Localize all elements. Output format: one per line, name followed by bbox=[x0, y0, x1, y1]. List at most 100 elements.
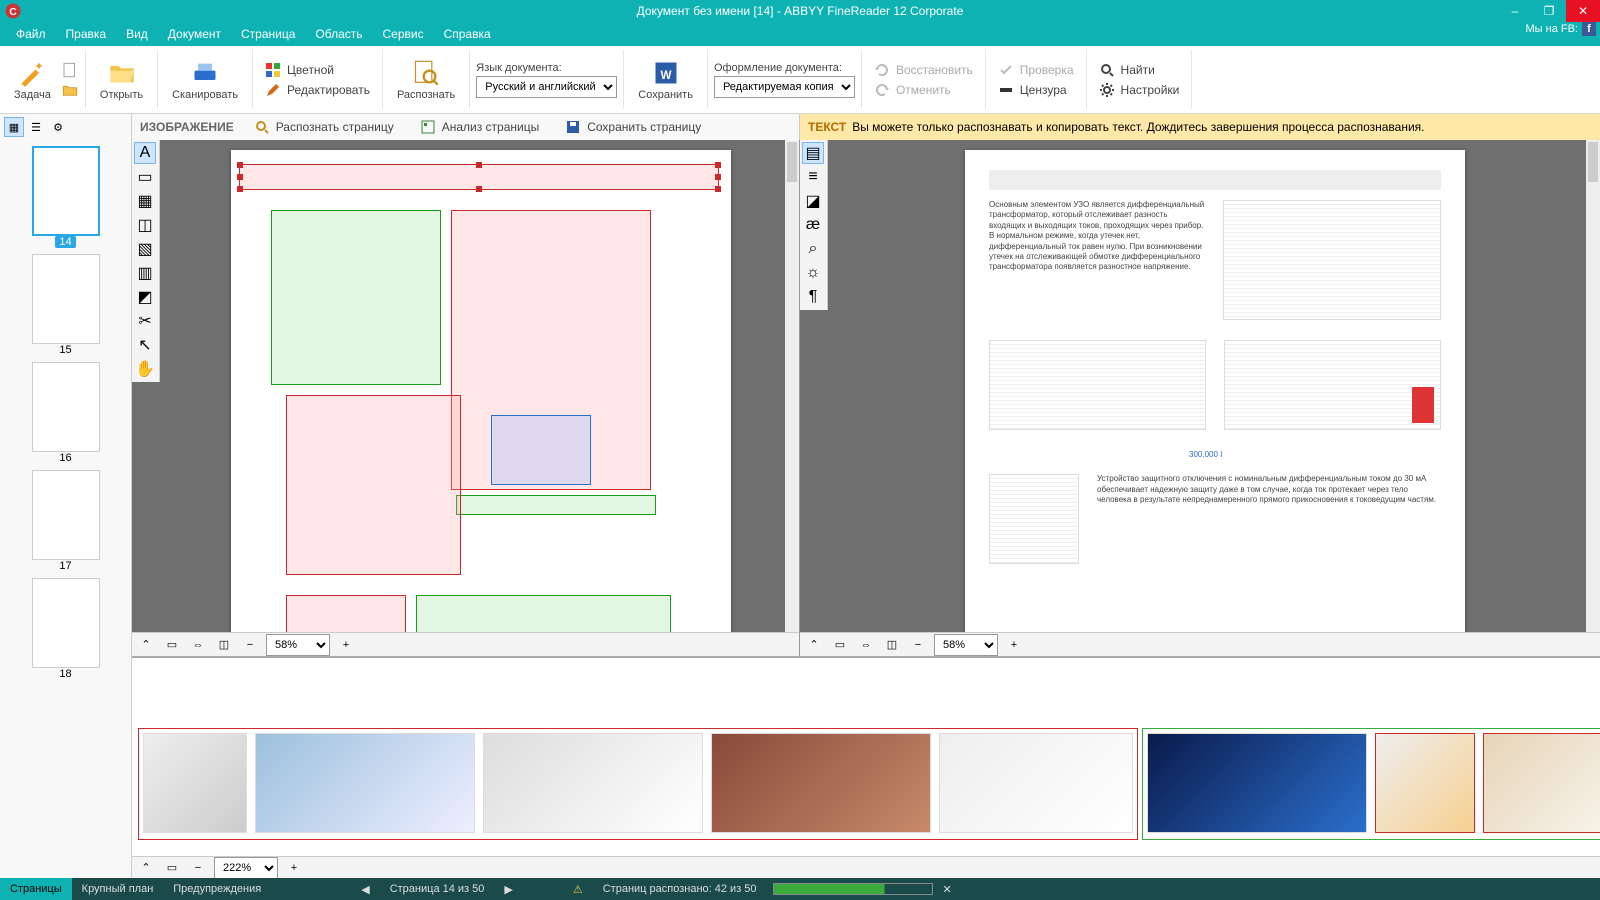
text-zoom-in-button[interactable]: + bbox=[1004, 635, 1024, 655]
thumbs-props-button[interactable]: ⚙ bbox=[48, 117, 68, 137]
image-header: ИЗОБРАЖЕНИЕ Распознать страницу Анализ с… bbox=[132, 114, 800, 140]
image-zoom-select[interactable]: 58% bbox=[266, 634, 330, 656]
text-tool-lang-icon[interactable]: ☼ bbox=[802, 262, 824, 284]
pencil-icon bbox=[265, 82, 281, 98]
text-tool-dict-icon[interactable]: æ bbox=[802, 214, 824, 236]
page-thumb-18[interactable]: 18 bbox=[28, 578, 104, 680]
edit-image-button[interactable]: Редактировать bbox=[259, 80, 376, 100]
zoom-in-button[interactable]: + bbox=[336, 635, 356, 655]
text-zoom-select[interactable]: 58% bbox=[934, 634, 998, 656]
newdoc-icon[interactable] bbox=[61, 61, 79, 79]
layout-select[interactable]: Редактируемая копия bbox=[714, 76, 855, 98]
page-thumb-17[interactable]: 17 bbox=[28, 470, 104, 572]
menu-help[interactable]: Справка bbox=[434, 22, 501, 46]
zoom-out-button[interactable]: − bbox=[240, 635, 260, 655]
menu-edit[interactable]: Правка bbox=[56, 22, 117, 46]
opendoc-icon[interactable] bbox=[61, 81, 79, 99]
fit-width-button[interactable]: ⇔ bbox=[188, 635, 208, 655]
text-pane: ▤ ≡ ◪ æ ⌕ ☼ ¶ Основным элементом УЗО явл… bbox=[800, 140, 1600, 656]
task-button[interactable]: Задача bbox=[6, 57, 59, 103]
prev-page-button[interactable]: ◀ bbox=[351, 878, 379, 900]
page-thumb-16[interactable]: 16 bbox=[28, 362, 104, 464]
page-thumb-14[interactable]: 14 bbox=[28, 146, 104, 248]
thumbs-grid-button[interactable]: ▦ bbox=[4, 117, 24, 137]
next-page-button[interactable]: ▶ bbox=[494, 878, 522, 900]
save-page-button[interactable]: Сохранить страницу bbox=[559, 117, 707, 137]
thumbnail-sidebar[interactable]: 14 15 16 17 18 bbox=[0, 140, 132, 878]
text-view-formatted-icon[interactable]: ▤ bbox=[802, 142, 824, 164]
text-tool-zoom-icon[interactable]: ⌕ bbox=[802, 238, 824, 260]
text-block-2: Устройство защитного отключения с номина… bbox=[1097, 474, 1441, 564]
close-button[interactable]: ✕ bbox=[1566, 0, 1600, 22]
save-button[interactable]: W Сохранить bbox=[630, 57, 701, 103]
tool-auto-icon[interactable]: A bbox=[134, 142, 156, 164]
recognize-button[interactable]: Распознать bbox=[389, 57, 463, 103]
tool-text-area-icon[interactable]: ▭ bbox=[134, 166, 156, 188]
open-button[interactable]: Открыть bbox=[92, 57, 151, 103]
find-button[interactable]: Найти bbox=[1093, 60, 1186, 80]
tool-table-area-icon[interactable]: ▦ bbox=[134, 190, 156, 212]
text-view-plain-icon[interactable]: ≡ bbox=[802, 166, 824, 188]
fb-link[interactable]: Мы на FB: f bbox=[1526, 22, 1597, 36]
text-scroll-top-button[interactable]: ⌃ bbox=[804, 635, 824, 655]
image-viewport[interactable] bbox=[132, 140, 799, 632]
closeup-zoom-select[interactable]: 222% bbox=[214, 857, 278, 879]
fb-label: Мы на FB: bbox=[1526, 23, 1579, 35]
text-fit-width-button[interactable]: ⇔ bbox=[856, 635, 876, 655]
text-two-page-button[interactable]: ◫ bbox=[882, 635, 902, 655]
closeup-zoom-bar: ⌃ ▭ − 222% + bbox=[132, 856, 1600, 878]
text-tool-style-icon[interactable]: ¶ bbox=[802, 286, 824, 308]
facebook-icon: f bbox=[1582, 22, 1596, 36]
menu-area[interactable]: Область bbox=[305, 22, 372, 46]
menu-page[interactable]: Страница bbox=[231, 22, 305, 46]
cancel-recognition-button[interactable]: ✕ bbox=[933, 878, 962, 900]
tool-area-props-icon[interactable]: ◩ bbox=[134, 286, 156, 308]
tool-background-area-icon[interactable]: ▧ bbox=[134, 238, 156, 260]
closeup-scroll-top-button[interactable]: ⌃ bbox=[136, 858, 156, 878]
menu-file[interactable]: Файл bbox=[6, 22, 56, 46]
recognize-page-button[interactable]: Распознать страницу bbox=[248, 117, 400, 137]
menu-document[interactable]: Документ bbox=[158, 22, 231, 46]
window-title: Документ без имени [14] - ABBYY FineRead… bbox=[637, 4, 964, 18]
menu-view[interactable]: Вид bbox=[116, 22, 158, 46]
settings-button[interactable]: Настройки bbox=[1093, 80, 1186, 100]
text-device-image bbox=[989, 474, 1079, 564]
page-thumb-15[interactable]: 15 bbox=[28, 254, 104, 356]
magnify-icon bbox=[254, 119, 270, 135]
closeup-zoom-in-button[interactable]: + bbox=[284, 858, 304, 878]
color-mode-button[interactable]: Цветной bbox=[259, 60, 376, 80]
scan-button[interactable]: Сканировать bbox=[164, 57, 246, 103]
image-scrollbar[interactable] bbox=[785, 140, 799, 632]
minimize-button[interactable]: – bbox=[1498, 0, 1532, 22]
text-diagram-2 bbox=[989, 340, 1206, 430]
image-pane-title: ИЗОБРАЖЕНИЕ bbox=[140, 120, 234, 134]
tool-barcode-area-icon[interactable]: ▥ bbox=[134, 262, 156, 284]
thumbs-list-button[interactable]: ☰ bbox=[26, 117, 46, 137]
tool-hand-icon[interactable]: ✋ bbox=[134, 358, 156, 380]
status-tab-closeup[interactable]: Крупный план bbox=[72, 878, 164, 900]
scroll-top-button[interactable]: ⌃ bbox=[136, 635, 156, 655]
fit-page-button[interactable]: ▭ bbox=[162, 635, 182, 655]
text-fit-page-button[interactable]: ▭ bbox=[830, 635, 850, 655]
closeup-pane[interactable] bbox=[132, 656, 1600, 856]
text-zoom-out-button[interactable]: − bbox=[908, 635, 928, 655]
text-tool-eraser-icon[interactable]: ◪ bbox=[802, 190, 824, 212]
warning-icon: ⚠ bbox=[563, 878, 593, 900]
status-tab-pages[interactable]: Страницы bbox=[0, 878, 72, 900]
tool-picture-area-icon[interactable]: ◫ bbox=[134, 214, 156, 236]
doclang-select[interactable]: Русский и английский bbox=[476, 76, 617, 98]
closeup-fit-button[interactable]: ▭ bbox=[162, 858, 182, 878]
layout-title: Оформление документа: bbox=[714, 62, 855, 74]
tool-pointer-icon[interactable]: ↖ bbox=[134, 334, 156, 356]
analyze-page-button[interactable]: Анализ страницы bbox=[414, 117, 546, 137]
text-scrollbar[interactable] bbox=[1586, 140, 1600, 632]
tool-delete-area-icon[interactable]: ✂ bbox=[134, 310, 156, 332]
closeup-zoom-out-button[interactable]: − bbox=[188, 858, 208, 878]
svg-text:W: W bbox=[660, 68, 671, 81]
text-viewport[interactable]: Основным элементом УЗО является дифферен… bbox=[800, 140, 1600, 632]
redact-button[interactable]: Цензура bbox=[992, 80, 1080, 100]
two-page-button[interactable]: ◫ bbox=[214, 635, 234, 655]
menu-service[interactable]: Сервис bbox=[373, 22, 434, 46]
status-tab-warnings[interactable]: Предупреждения bbox=[163, 878, 271, 900]
restore-button[interactable]: ❐ bbox=[1532, 0, 1566, 22]
